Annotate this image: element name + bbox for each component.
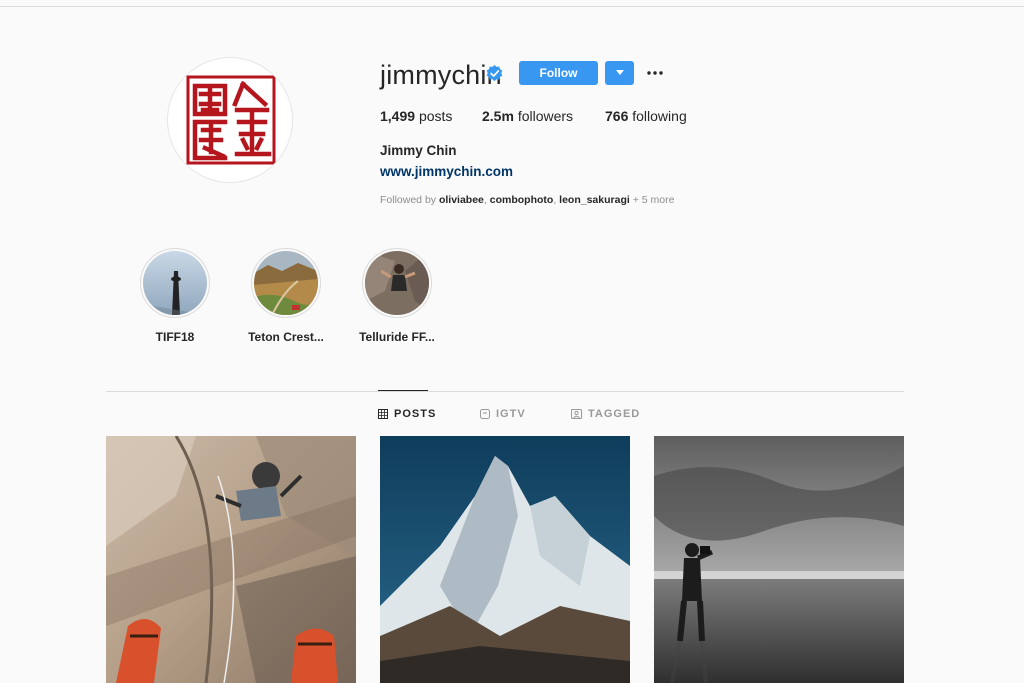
tab-label: TAGGED [588,408,641,420]
verified-badge-icon [486,65,503,82]
igtv-icon [480,409,490,419]
following-count: 766 [605,108,629,124]
profile-website-link[interactable]: www.jimmychin.com [380,164,513,179]
highlight-ring [251,248,321,318]
highlight-cover-image [365,251,429,315]
highlight-tiff18[interactable]: TIFF18 [125,248,225,344]
highlight-label: Telluride FF... [359,330,435,344]
followed-by-name[interactable]: combophoto [490,194,554,206]
suggested-dropdown-button[interactable] [605,61,634,85]
posts-label: posts [418,108,453,124]
highlight-ring [362,248,432,318]
highlight-label: Teton Crest... [248,330,324,344]
followed-by-prefix: Followed by [380,194,437,206]
following-stat[interactable]: 766 following [605,108,687,124]
post-thumbnail[interactable] [380,436,630,683]
posts-count: 1,499 [380,108,416,124]
tab-igtv[interactable]: IGTV [480,408,526,420]
caret-down-icon [615,70,624,75]
more-options-button[interactable] [645,64,665,82]
followed-by-name[interactable]: leon_sakuragi [559,194,630,206]
top-border [0,6,1024,7]
followed-by-more[interactable]: + 5 more [633,194,675,206]
highlight-ring [140,248,210,318]
highlight-cover-image [143,251,207,315]
tab-label: POSTS [394,408,437,420]
tab-label: IGTV [496,408,526,420]
more-dots-icon [647,71,663,75]
highlight-teton-crest[interactable]: Teton Crest... [236,248,336,344]
posts-stat: 1,499 posts [380,108,452,124]
profile-avatar[interactable] [167,57,293,183]
grid-icon [378,409,388,419]
following-label: following [632,108,687,124]
followers-label: followers [517,108,574,124]
highlight-cover-image [254,251,318,315]
active-tab-indicator [378,390,428,391]
followers-count: 2.5m [482,108,514,124]
post-thumbnail[interactable] [654,436,904,683]
profile-username: jimmychin [380,60,502,90]
followers-stat[interactable]: 2.5m followers [482,108,573,124]
tab-tagged[interactable]: TAGGED [571,408,640,420]
followed-by[interactable]: Followed by oliviabee, combophoto, leon_… [380,194,674,206]
post-thumbnail[interactable] [106,436,356,683]
post-image-mountain [380,436,630,683]
profile-full-name: Jimmy Chin [380,143,457,158]
highlight-label: TIFF18 [155,330,195,344]
post-image-photographer-beach [654,436,904,683]
seal-logo [186,75,276,165]
followed-by-name[interactable]: oliviabee [439,194,484,206]
tabs-divider [106,391,904,392]
highlight-telluride-ff[interactable]: Telluride FF... [347,248,447,344]
post-image-climbing [106,436,356,683]
tab-posts[interactable]: POSTS [378,408,436,420]
tagged-icon [571,409,582,419]
follow-button[interactable]: Follow [519,61,598,85]
